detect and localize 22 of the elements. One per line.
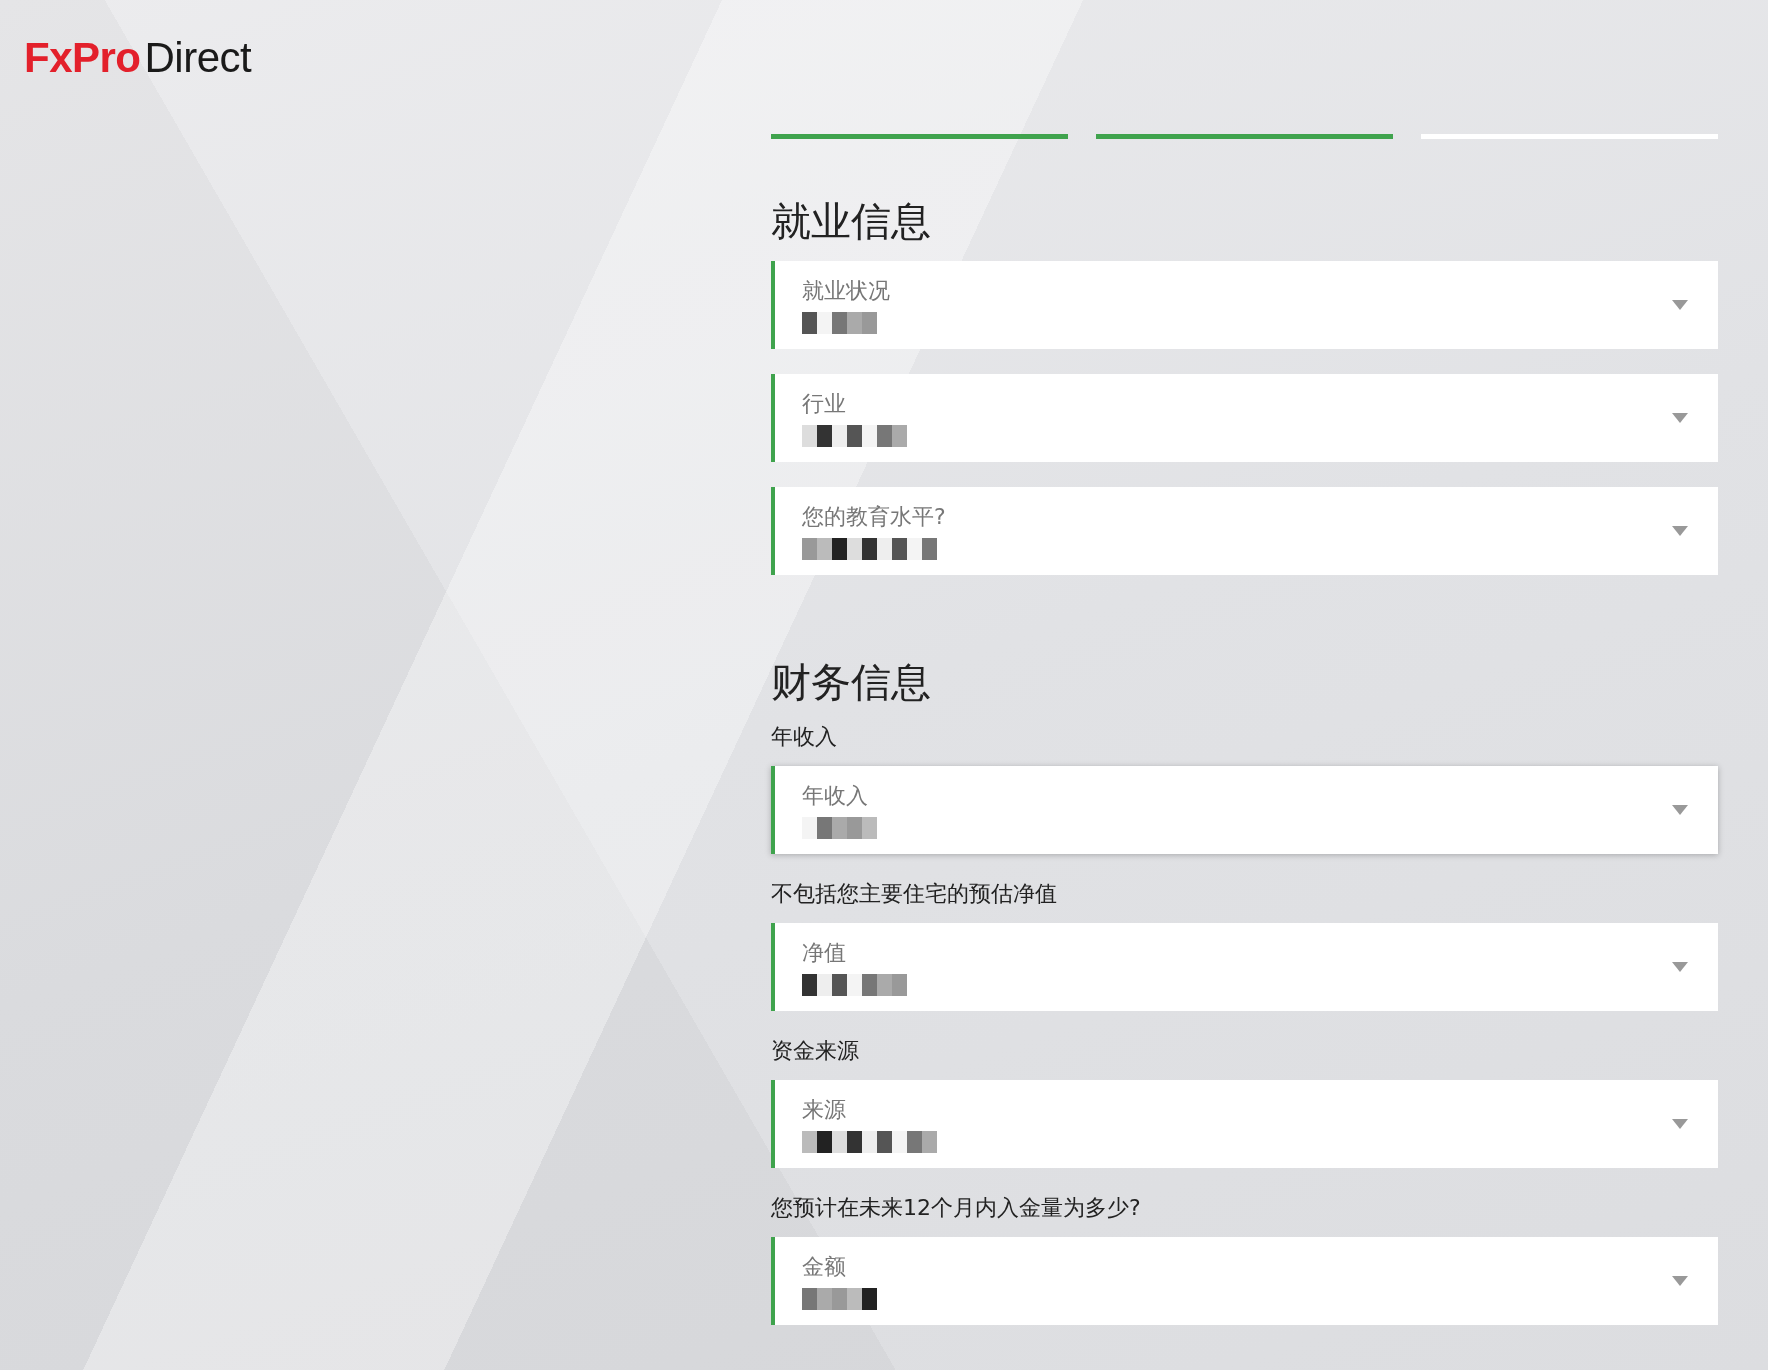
caret-icon — [1672, 1119, 1688, 1129]
question-label: 不包括您主要住宅的预估净值 — [771, 880, 1058, 908]
caret-icon — [1672, 526, 1688, 536]
logo-product: Direct — [144, 34, 252, 82]
caret-icon — [1672, 300, 1688, 310]
dropdown-field[interactable]: 年收入 — [771, 766, 1718, 854]
question-label: 年收入 — [771, 723, 838, 751]
question-label: 您预计在未来12个月内入金量为多少? — [771, 1194, 1142, 1222]
dropdown-field[interactable]: 您的教育水平? — [771, 487, 1718, 575]
dropdown-field[interactable]: 金额 — [771, 1237, 1718, 1325]
caret-icon — [1672, 805, 1688, 815]
section-title: 就业信息 — [771, 197, 932, 245]
dropdown-field[interactable]: 来源 — [771, 1080, 1718, 1168]
dropdown-field[interactable]: 净值 — [771, 923, 1718, 1011]
dropdown-field[interactable]: 就业状况 — [771, 261, 1718, 349]
logo-brand: FxPro — [24, 34, 141, 82]
caret-icon — [1672, 413, 1688, 423]
caret-icon — [1672, 962, 1688, 972]
dropdown-field[interactable]: 行业 — [771, 374, 1718, 462]
caret-icon — [1672, 1276, 1688, 1286]
section-title: 财务信息 — [771, 658, 932, 706]
question-label: 资金来源 — [771, 1037, 860, 1065]
